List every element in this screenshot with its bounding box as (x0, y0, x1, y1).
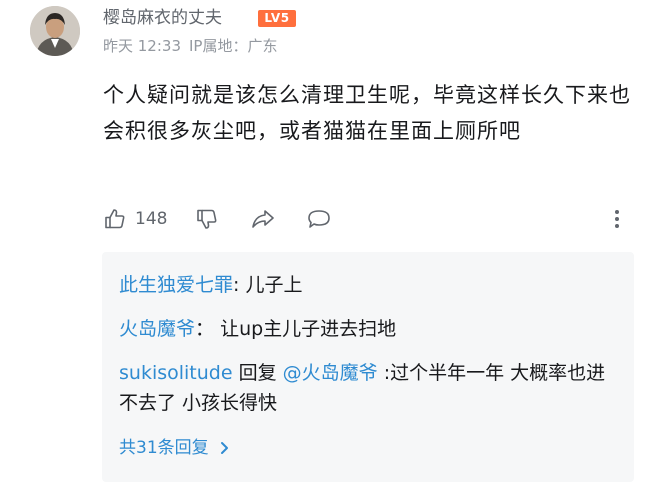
like-button[interactable]: 148 (103, 204, 167, 234)
dislike-button[interactable] (195, 204, 219, 234)
thumb-down-icon (197, 209, 217, 229)
reply-mention[interactable]: @火岛魔爷 (283, 362, 378, 384)
reply-user[interactable]: sukisolitude (119, 362, 233, 384)
reply-separator: ： (195, 318, 221, 340)
comment-text: 个人疑问就是该怎么清理卫生呢，毕竟这样长久下来也会积很多灰尘吧，或者猫猫在里面上… (103, 83, 631, 143)
avatar-image (30, 6, 80, 56)
comment-meta: 昨天 12:33 IP属地：广东 (103, 36, 277, 56)
avatar[interactable] (30, 6, 80, 56)
reply-separator: : (233, 274, 246, 296)
comment-actions: 148 (103, 204, 633, 234)
share-button[interactable] (250, 204, 276, 234)
more-vertical-icon (615, 210, 619, 228)
thumb-up-icon (105, 209, 125, 229)
more-options-button[interactable] (611, 204, 623, 234)
more-replies-label: 共31条回复 (119, 438, 209, 458)
level-badge: LV5 (258, 10, 296, 27)
reply-user[interactable]: 火岛魔爷 (119, 318, 195, 340)
username[interactable]: 樱岛麻衣的丈夫 (103, 8, 222, 28)
reply-word: 回复 (232, 362, 283, 384)
chevron-right-icon (220, 442, 228, 454)
reply-text: 让up主儿子进去扫地 (220, 318, 397, 340)
view-more-replies[interactable]: 共31条回复 (119, 436, 233, 460)
reply-item: sukisolitude 回复 @火岛魔爷 :过个半年一年 大概率也进不去了 小… (119, 358, 619, 418)
reply-user[interactable]: 此生独爱七罪 (119, 274, 233, 296)
share-icon (252, 210, 274, 228)
reply-panel: 此生独爱七罪: 儿子上 火岛魔爷： 让up主儿子进去扫地 sukisolitud… (102, 252, 634, 482)
comment-time: 昨天 12:33 (103, 37, 181, 55)
like-count: 148 (135, 209, 168, 229)
reply-button[interactable] (306, 204, 332, 234)
reply-text: 儿子上 (245, 274, 303, 296)
reply-item: 火岛魔爷： 让up主儿子进去扫地 (119, 314, 619, 344)
chat-bubble-icon (308, 210, 330, 228)
reply-item: 此生独爱七罪: 儿子上 (119, 270, 619, 300)
ip-location: IP属地：广东 (189, 37, 278, 55)
